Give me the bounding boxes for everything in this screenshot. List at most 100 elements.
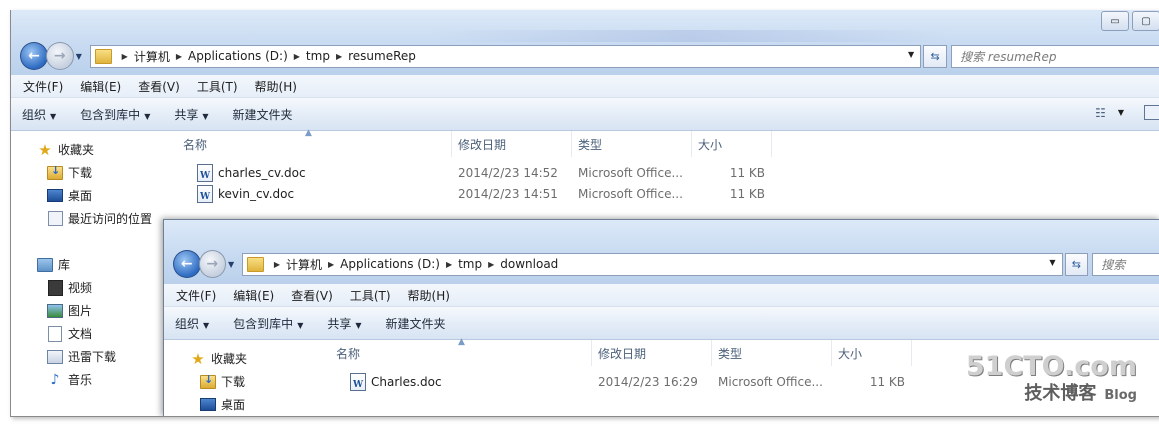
column-header-date[interactable]: 修改日期 — [592, 340, 712, 366]
breadcrumb-current[interactable]: resumeRep — [348, 49, 416, 63]
nav-thunder-downloads[interactable]: 迅雷下载 — [47, 348, 116, 365]
menu-file[interactable]: 文件(F) — [176, 287, 216, 304]
search-input[interactable]: 搜索 — [1092, 252, 1159, 276]
chevron-right-icon[interactable]: ▶ — [294, 52, 300, 61]
column-header-name[interactable]: ▲ 名称 — [330, 337, 592, 366]
breadcrumb-computer[interactable]: 计算机 — [286, 256, 322, 273]
chevron-right-icon[interactable]: ▶ — [336, 52, 342, 61]
column-header-date[interactable]: 修改日期 — [452, 131, 572, 157]
breadcrumb-tmp[interactable]: tmp — [458, 257, 482, 271]
include-in-library-button[interactable]: 包含到库中 ▼ — [80, 106, 150, 123]
file-size: 11 KB — [729, 186, 765, 201]
command-bar: 组织 ▼ 包含到库中 ▼ 共享 ▼ 新建文件夹 — [164, 307, 1159, 340]
forward-button[interactable]: → — [198, 250, 227, 278]
chevron-right-icon[interactable]: ▶ — [274, 260, 280, 269]
menu-file[interactable]: 文件(F) — [23, 78, 63, 95]
nav-videos-label: 视频 — [68, 281, 93, 295]
maximize-button[interactable]: ▢ — [1132, 11, 1159, 31]
address-bar[interactable]: ▶ 计算机 ▶ Applications (D:) ▶ tmp ▶ resume… — [89, 44, 922, 68]
address-history-dropdown-icon[interactable]: ▼ — [1049, 258, 1055, 267]
chevron-right-icon[interactable]: ▶ — [176, 52, 182, 61]
organize-label: 组织 — [22, 107, 47, 122]
share-button[interactable]: 共享 ▼ — [174, 106, 208, 123]
menu-view[interactable]: 查看(V) — [138, 78, 180, 95]
nav-favorites-label: 收藏夹 — [211, 352, 248, 366]
nav-recent[interactable]: 最近访问的位置 — [47, 210, 152, 227]
new-folder-button[interactable]: 新建文件夹 — [386, 315, 446, 332]
new-folder-button[interactable]: 新建文件夹 — [233, 106, 293, 123]
menu-tools[interactable]: 工具(T) — [197, 78, 238, 95]
include-library-label: 包含到库中 — [80, 107, 141, 122]
back-button[interactable]: ← — [20, 42, 48, 70]
address-history-dropdown-icon[interactable]: ▼ — [908, 50, 914, 59]
file-type: Microsoft Office... — [578, 165, 683, 180]
forward-button[interactable]: → — [45, 42, 74, 70]
include-library-label: 包含到库中 — [233, 316, 294, 331]
file-row[interactable]: W charles_cv.doc 2014/2/23 14:52 Microso… — [177, 162, 1159, 183]
nav-music[interactable]: ♪ 音乐 — [47, 371, 92, 388]
file-row[interactable]: W kevin_cv.doc 2014/2/23 14:51 Microsoft… — [177, 183, 1159, 204]
nav-desktop[interactable]: 桌面 — [200, 396, 245, 413]
menu-view[interactable]: 查看(V) — [291, 287, 333, 304]
file-modified: 2014/2/23 16:29 — [598, 374, 698, 389]
organize-button[interactable]: 组织 ▼ — [175, 315, 209, 332]
breadcrumb-current[interactable]: download — [500, 257, 558, 271]
chevron-right-icon[interactable]: ▶ — [446, 260, 452, 269]
column-name-label: 名称 — [336, 346, 361, 361]
column-size-label: 大小 — [838, 346, 863, 361]
menu-tools[interactable]: 工具(T) — [350, 287, 391, 304]
file-name-cell: W charles_cv.doc — [177, 163, 452, 182]
chevron-right-icon[interactable]: ▶ — [488, 260, 494, 269]
nav-recent-label: 最近访问的位置 — [68, 212, 153, 226]
back-button[interactable]: ← — [173, 250, 201, 278]
column-type-label: 类型 — [578, 137, 603, 152]
column-header-type[interactable]: 类型 — [712, 340, 832, 366]
breadcrumb-tmp[interactable]: tmp — [306, 49, 330, 63]
nav-downloads[interactable]: 下载 — [200, 373, 245, 390]
nav-music-label: 音乐 — [68, 373, 93, 387]
recent-pages-dropdown-icon[interactable]: ▼ — [76, 52, 86, 61]
breadcrumb-drive[interactable]: Applications (D:) — [188, 49, 288, 63]
menu-help[interactable]: 帮助(H) — [408, 287, 450, 304]
nav-downloads[interactable]: 下载 — [47, 164, 92, 181]
address-bar[interactable]: ▶ 计算机 ▶ Applications (D:) ▶ tmp ▶ downlo… — [241, 252, 1063, 276]
column-header-type[interactable]: 类型 — [572, 131, 692, 157]
chevron-right-icon[interactable]: ▶ — [122, 52, 128, 61]
column-date-label: 修改日期 — [598, 346, 647, 361]
nav-favorites[interactable]: ★ 收藏夹 — [190, 350, 248, 368]
search-placeholder: 搜索 — [1101, 257, 1126, 272]
menu-help[interactable]: 帮助(H) — [255, 78, 297, 95]
breadcrumb-drive[interactable]: Applications (D:) — [340, 257, 440, 271]
column-header-size[interactable]: 大小 — [692, 131, 772, 157]
minimize-button[interactable]: ▭ — [1101, 11, 1129, 31]
caret-down-icon: ▼ — [50, 111, 57, 121]
nav-videos[interactable]: 视频 — [47, 279, 92, 296]
breadcrumb-computer[interactable]: 计算机 — [134, 48, 170, 65]
menu-edit[interactable]: 编辑(E) — [233, 287, 274, 304]
menu-bar: 文件(F) 编辑(E) 查看(V) 工具(T) 帮助(H) — [164, 284, 1159, 307]
chevron-right-icon[interactable]: ▶ — [328, 260, 334, 269]
organize-button[interactable]: 组织 ▼ — [22, 106, 56, 123]
downloads-folder-icon — [200, 373, 216, 389]
refresh-button[interactable]: ⇆ — [1064, 252, 1089, 276]
nav-favorites[interactable]: ★ 收藏夹 — [37, 141, 95, 159]
nav-documents[interactable]: 文档 — [47, 325, 92, 342]
nav-favorites-label: 收藏夹 — [58, 143, 95, 157]
search-input[interactable]: 搜索 resumeRep — [951, 44, 1159, 68]
recent-places-icon — [47, 211, 63, 226]
nav-desktop[interactable]: 桌面 — [47, 187, 92, 204]
include-in-library-button[interactable]: 包含到库中 ▼ — [233, 315, 303, 332]
preview-pane-icon[interactable] — [1144, 105, 1159, 120]
refresh-button[interactable]: ⇆ — [923, 44, 948, 68]
nav-libraries[interactable]: 库 — [37, 256, 70, 273]
menu-edit[interactable]: 编辑(E) — [80, 78, 121, 95]
share-button[interactable]: 共享 ▼ — [327, 315, 361, 332]
nav-pictures[interactable]: 图片 — [47, 302, 92, 319]
view-options-icon[interactable]: ☷ — [1095, 106, 1106, 120]
navigation-bar: ← → ▼ ▶ 计算机 ▶ Applications (D:) ▶ tmp ▶ … — [11, 40, 1159, 72]
column-header-size[interactable]: 大小 — [832, 340, 912, 366]
column-header-name[interactable]: ▲ 名称 — [177, 128, 452, 157]
watermark-sub-label: 技术博客 — [1024, 383, 1097, 404]
recent-pages-dropdown-icon[interactable]: ▼ — [228, 260, 238, 269]
view-dropdown-icon[interactable]: ▼ — [1118, 108, 1124, 117]
